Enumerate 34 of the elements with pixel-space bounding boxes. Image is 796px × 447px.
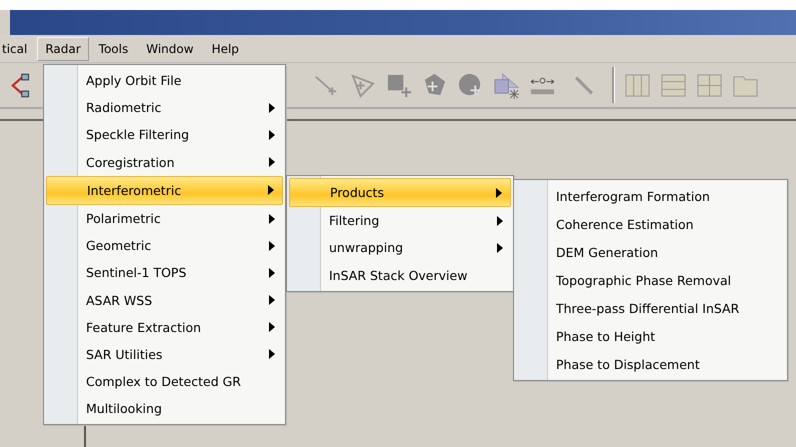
menu-item[interactable]: ASAR WSS — [46, 286, 283, 314]
grid-layout-icon[interactable] — [696, 72, 723, 98]
menu-bar-item[interactable]: Help — [204, 36, 247, 60]
menu-item[interactable]: Coregistration — [46, 148, 283, 176]
rows-layout-icon[interactable] — [660, 72, 687, 98]
menu-item[interactable]: Filtering — [289, 207, 511, 234]
menu-item[interactable]: Apply Orbit File — [46, 67, 283, 94]
menu-item[interactable]: InSAR Stack Overview — [289, 262, 511, 289]
menu-bar-item[interactable]: Tools — [90, 36, 136, 60]
menu-item[interactable]: Polarimetric — [46, 204, 283, 232]
columns-layout-icon[interactable] — [624, 72, 651, 98]
draw-polygon-icon[interactable] — [349, 72, 376, 98]
menu-item[interactable]: Geometric — [46, 232, 283, 260]
menu-item[interactable]: Coherence Estimation — [516, 210, 785, 238]
menu-item[interactable]: Sentinel-1 TOPS — [46, 259, 283, 286]
menu-bar-item[interactable]: Radar — [37, 36, 89, 60]
menu-item[interactable]: Complex to Detected GR — [46, 368, 283, 396]
menu-item[interactable]: Interferogram Formation — [516, 182, 785, 210]
menu-item[interactable]: DEM Generation — [516, 238, 785, 266]
menu-item[interactable]: Products — [289, 178, 511, 208]
menu-item[interactable]: Interferometric — [46, 176, 283, 205]
shapes-icon[interactable] — [493, 72, 520, 98]
menu-item[interactable]: Phase to Height — [516, 322, 785, 350]
menu-item[interactable]: Feature Extraction — [46, 314, 283, 341]
menu-item[interactable]: Radiometric — [46, 94, 283, 122]
menu-item[interactable]: Speckle Filtering — [46, 121, 283, 149]
menu-bar-item[interactable]: Window — [138, 36, 202, 60]
menu-item[interactable]: Phase to Displacement — [516, 350, 785, 378]
menu-item[interactable]: Three-pass Differential InSAR — [516, 294, 785, 322]
menu-item[interactable]: Topographic Phase Removal — [516, 266, 785, 294]
menu-item[interactable]: unwrapping — [289, 234, 511, 262]
menu-item[interactable]: Multilooking — [46, 395, 283, 422]
menu-bar-item[interactable]: tical — [0, 36, 36, 60]
menu-item[interactable]: SAR Utilities — [46, 340, 283, 368]
